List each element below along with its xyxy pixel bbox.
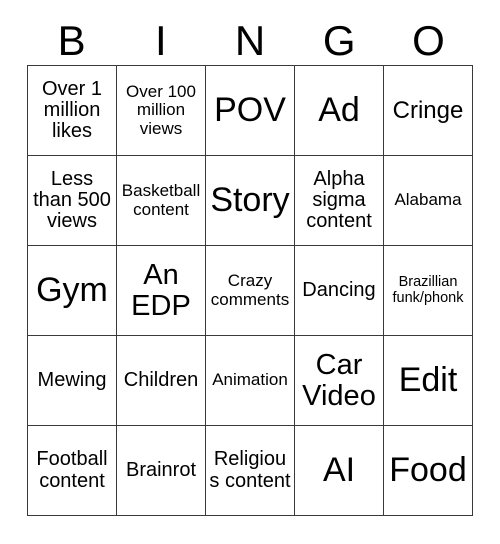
bingo-cell-label: Ad	[318, 91, 360, 130]
bingo-cell-label: Brazillian funk/phonk	[392, 274, 464, 306]
bingo-cell[interactable]: Food	[384, 426, 473, 516]
bingo-cell[interactable]: Mewing	[28, 336, 117, 426]
bingo-cell[interactable]: Children	[117, 336, 206, 426]
bingo-cell-label: Gym	[36, 271, 108, 310]
bingo-card: B I N G O Over 1 million likes Over 100 …	[0, 0, 500, 544]
bingo-header-letter-o: O	[412, 16, 445, 64]
bingo-cell[interactable]: Brainrot	[117, 426, 206, 516]
bingo-cell-label: Edit	[398, 361, 458, 400]
bingo-cell-label: Mewing	[37, 368, 107, 391]
bingo-cell-label: Dancing	[302, 278, 376, 301]
bingo-cell[interactable]: Gym	[28, 246, 117, 336]
bingo-cell-label: Football content	[36, 448, 108, 492]
bingo-cell-label: Alabama	[394, 190, 462, 210]
bingo-cell[interactable]: Alabama	[384, 156, 473, 246]
bingo-header-letter-g: G	[322, 16, 356, 64]
bingo-cell[interactable]: Football content	[28, 426, 117, 516]
bingo-cell-label: Food	[389, 451, 467, 490]
bingo-cell[interactable]: Basketball content	[117, 156, 206, 246]
bingo-cell[interactable]: Cringe	[384, 66, 473, 156]
bingo-header-letter-i: I	[154, 16, 167, 64]
bingo-row: Gym An EDP Crazy comments Dancing Brazil…	[28, 246, 473, 336]
bingo-cell[interactable]: Brazillian funk/phonk	[384, 246, 473, 336]
bingo-cell[interactable]: Crazy comments	[206, 246, 295, 336]
bingo-cell-label: Animation	[212, 370, 288, 390]
bingo-header-row: B I N G O	[27, 16, 473, 65]
bingo-cell-label: Car Video	[302, 348, 376, 412]
bingo-cell[interactable]: Edit	[384, 336, 473, 426]
bingo-cell[interactable]: Car Video	[295, 336, 384, 426]
bingo-row: Mewing Children Animation Car Video Edit	[28, 336, 473, 426]
bingo-cell-label: Cringe	[392, 96, 464, 124]
bingo-row: Football content Brainrot Religious cont…	[28, 426, 473, 516]
bingo-cell[interactable]: Less than 500 views	[28, 156, 117, 246]
bingo-cell-label: Brainrot	[125, 458, 197, 481]
bingo-cell-label: An EDP	[131, 258, 191, 322]
bingo-header-letter-b: B	[57, 16, 86, 64]
bingo-cell[interactable]: Dancing	[295, 246, 384, 336]
bingo-cell-label: Over 1 million likes	[41, 77, 103, 143]
bingo-cell-label: Over 100 million views	[126, 82, 196, 138]
bingo-cell-label: Alpha sigma content	[306, 167, 372, 233]
bingo-cell-label: Story	[210, 181, 290, 220]
bingo-cell[interactable]: Religious content	[206, 426, 295, 516]
bingo-row: Less than 500 views Basketball content S…	[28, 156, 473, 246]
bingo-cell[interactable]: Alpha sigma content	[295, 156, 384, 246]
bingo-cell[interactable]: Over 100 million views	[117, 66, 206, 156]
bingo-cell[interactable]: An EDP	[117, 246, 206, 336]
bingo-cell[interactable]: Story	[206, 156, 295, 246]
bingo-cell-label: Crazy comments	[210, 271, 290, 309]
bingo-cell[interactable]: Ad	[295, 66, 384, 156]
bingo-cell-label: Less than 500 views	[33, 167, 111, 233]
bingo-cell-label: POV	[214, 91, 286, 130]
bingo-header-letter-n: N	[234, 16, 266, 64]
bingo-cell[interactable]: POV	[206, 66, 295, 156]
bingo-grid: Over 1 million likes Over 100 million vi…	[27, 65, 473, 516]
bingo-cell-label: Children	[123, 368, 199, 391]
bingo-cell[interactable]: AI	[295, 426, 384, 516]
bingo-row: Over 1 million likes Over 100 million vi…	[28, 66, 473, 156]
bingo-cell-label: AI	[322, 451, 356, 490]
bingo-cell[interactable]: Over 1 million likes	[28, 66, 117, 156]
bingo-cell-label: Religious content	[209, 448, 291, 492]
bingo-cell-label: Basketball content	[121, 181, 201, 219]
bingo-cell[interactable]: Animation	[206, 336, 295, 426]
